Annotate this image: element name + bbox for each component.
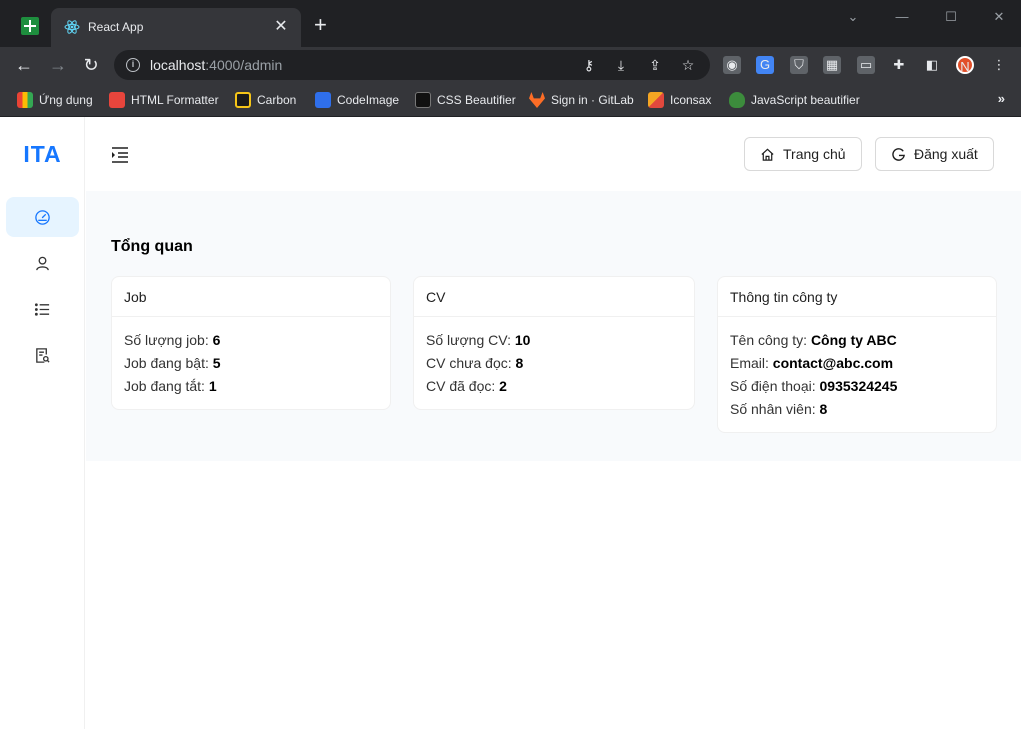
- bookmark-iconsax[interactable]: Iconsax: [648, 92, 711, 108]
- menu-fold-icon[interactable]: [110, 145, 130, 165]
- iconsax-icon: [648, 92, 664, 108]
- gitlab-icon: [529, 92, 545, 108]
- reload-icon[interactable]: ↻: [78, 52, 104, 78]
- forward-icon[interactable]: →: [45, 52, 71, 78]
- dashboard-icon: [35, 209, 50, 225]
- list-icon: [34, 302, 50, 316]
- sidebar-item-dashboard[interactable]: [6, 197, 79, 237]
- company-card: Thông tin công ty Tên công ty: Công ty A…: [717, 276, 997, 433]
- html-formatter-icon: [109, 92, 125, 108]
- app-header: Trang chủ Đăng xuất: [86, 117, 1021, 191]
- css-beautifier-icon: [415, 92, 431, 108]
- camera-extension-icon[interactable]: ◉: [723, 56, 741, 74]
- company-phone-row: Số điện thoại: 0935324245: [730, 378, 898, 394]
- logout-button[interactable]: Đăng xuất: [875, 137, 994, 171]
- share-icon[interactable]: ⇪: [646, 56, 664, 74]
- bookmarks-bar: Ứng dụng HTML Formatter Carbon CodeImage…: [0, 83, 1021, 117]
- side-panel-icon[interactable]: ◧: [923, 56, 941, 74]
- sidebar-item-list[interactable]: [6, 289, 79, 329]
- cv-card: CV Số lượng CV: 10 CV chưa đọc: 8 CV đã …: [413, 276, 695, 410]
- job-total-row: Số lượng job: 6: [124, 332, 221, 348]
- home-button[interactable]: Trang chủ: [744, 137, 862, 171]
- bookmark-carbon[interactable]: Carbon: [235, 92, 296, 108]
- bookmark-codeimage[interactable]: CodeImage: [315, 92, 399, 108]
- dashboard-content: Tổng quan Job Số lượng job: 6 Job đang b…: [86, 191, 1021, 461]
- bookmark-css-beautifier[interactable]: CSS Beautifier: [415, 92, 516, 108]
- company-name-row: Tên công ty: Công ty ABC: [730, 332, 897, 348]
- qr-extension-icon[interactable]: ▦: [823, 56, 841, 74]
- cv-total-row: Số lượng CV: 10: [426, 332, 531, 348]
- new-tab-button[interactable]: +: [314, 14, 327, 36]
- translate-extension-icon[interactable]: G: [756, 56, 774, 74]
- bookmark-apps[interactable]: Ứng dụng: [17, 92, 93, 108]
- close-tab-icon[interactable]: ✕: [271, 16, 291, 36]
- bookmark-gitlab[interactable]: Sign in · GitLab: [529, 92, 634, 108]
- tab-title: React App: [88, 20, 144, 34]
- cv-card-title: CV: [414, 277, 694, 317]
- user-icon: [36, 256, 49, 270]
- maximize-icon[interactable]: ☐: [936, 6, 966, 28]
- shield-extension-icon[interactable]: ⛉: [790, 56, 808, 74]
- app-logo[interactable]: ITA: [0, 141, 85, 168]
- more-bookmarks-icon[interactable]: »: [998, 91, 1005, 106]
- job-active-row: Job đang bật: 5: [124, 355, 221, 371]
- bookmark-html-formatter[interactable]: HTML Formatter: [109, 92, 219, 108]
- page-title: Tổng quan: [111, 238, 193, 255]
- extensions-puzzle-icon[interactable]: ✚: [890, 56, 908, 74]
- browser-toolbar: ← → ↻ i localhost:4000/admin ⚷ ⤓ ⇪ ☆ ◉ G…: [0, 47, 1021, 83]
- company-email-row: Email: contact@abc.com: [730, 355, 894, 371]
- address-bar[interactable]: i localhost:4000/admin ⚷ ⤓ ⇪ ☆: [114, 50, 710, 80]
- bookmark-js-beautifier[interactable]: JavaScript beautifier: [729, 92, 860, 108]
- apps-grid-icon: [17, 92, 33, 108]
- google-icon: [892, 147, 905, 161]
- cv-unread-row: CV chưa đọc: 8: [426, 355, 524, 371]
- app-root: ITA Trang chủ Đăng xuất Tổng quan Job Số…: [0, 117, 1021, 729]
- js-beautifier-icon: [729, 92, 745, 108]
- sidebar: ITA: [0, 117, 85, 729]
- sidebar-item-cv[interactable]: [6, 335, 79, 375]
- sheets-app-icon[interactable]: [21, 17, 39, 35]
- tab-search-icon[interactable]: ⌄: [838, 6, 868, 28]
- browser-tab[interactable]: React App ✕: [51, 8, 301, 47]
- home-icon: [761, 148, 774, 161]
- picture-in-picture-icon[interactable]: ▭: [857, 56, 875, 74]
- sidebar-item-user[interactable]: [6, 243, 79, 283]
- cv-read-row: CV đã đọc: 2: [426, 378, 507, 394]
- profile-avatar[interactable]: N: [956, 56, 974, 74]
- url-text: localhost:4000/admin: [150, 57, 283, 73]
- key-icon[interactable]: ⚷: [580, 56, 598, 74]
- bookmark-star-icon[interactable]: ☆: [679, 56, 697, 74]
- company-employees-row: Số nhân viên: 8: [730, 401, 828, 417]
- minimize-icon[interactable]: —: [887, 6, 917, 28]
- back-icon[interactable]: ←: [11, 52, 37, 78]
- browser-tabbar: React App ✕ + ⌄ — ☐ ✕: [0, 0, 1021, 47]
- install-icon[interactable]: ⤓: [612, 56, 630, 74]
- logout-button-label: Đăng xuất: [914, 146, 978, 162]
- job-inactive-row: Job đang tắt: 1: [124, 378, 217, 394]
- job-card: Job Số lượng job: 6 Job đang bật: 5 Job …: [111, 276, 391, 410]
- site-info-icon[interactable]: i: [126, 58, 140, 72]
- browser-menu-icon[interactable]: ⋮: [990, 56, 1008, 74]
- file-search-icon: [36, 347, 50, 363]
- carbon-icon: [235, 92, 251, 108]
- job-card-title: Job: [112, 277, 390, 317]
- window-close-icon[interactable]: ✕: [984, 6, 1014, 28]
- home-button-label: Trang chủ: [783, 146, 846, 162]
- react-icon: [64, 20, 80, 34]
- company-card-title: Thông tin công ty: [718, 277, 996, 317]
- codeimage-icon: [315, 92, 331, 108]
